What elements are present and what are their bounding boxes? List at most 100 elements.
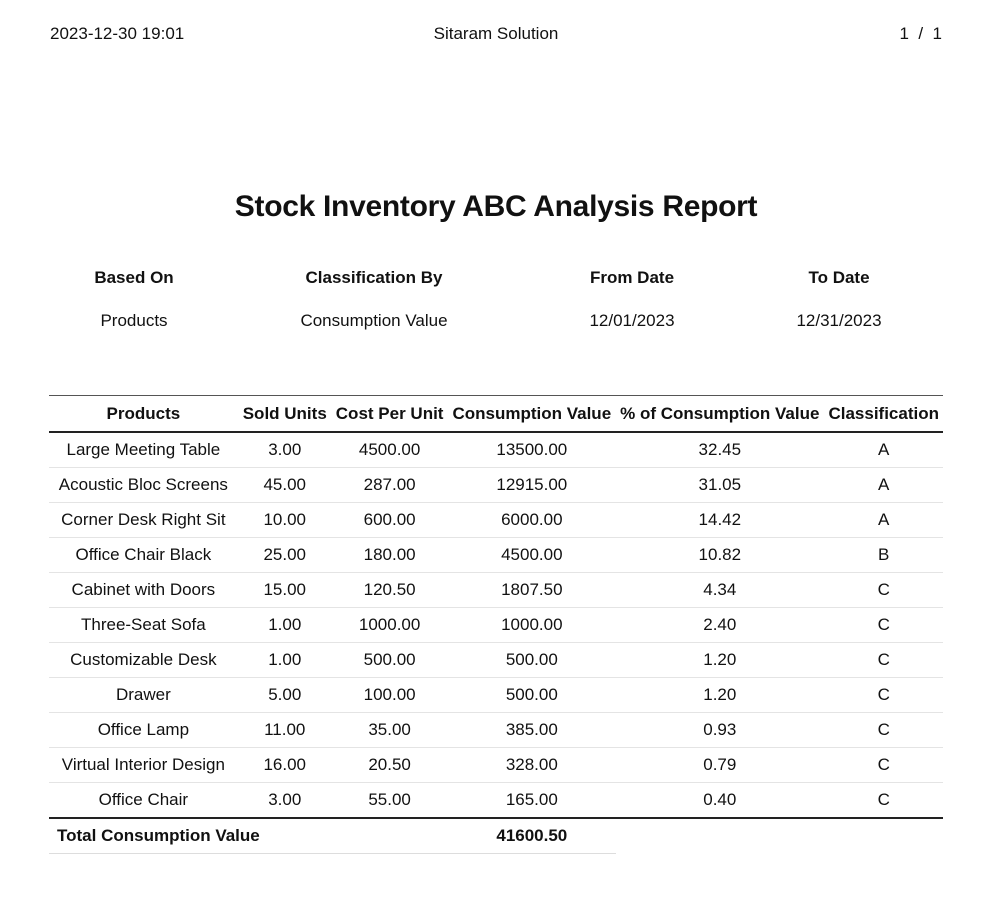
page-indicator: 1 / 1	[899, 24, 942, 43]
cell-sold-units: 11.00	[237, 712, 332, 748]
cell-product-name: Large Meeting Table	[49, 432, 239, 468]
total-row: Total Consumption Value 41600.50	[49, 818, 943, 854]
cell-percent-consumption: 4.34	[615, 572, 824, 608]
abc-analysis-table: Products Sold Units Cost Per Unit Consum…	[49, 395, 943, 854]
cell-classification: A	[823, 467, 943, 503]
cell-consumption-value: 500.00	[447, 642, 616, 678]
column-header-classification: Classification	[823, 395, 943, 433]
cell-product-name: Office Lamp	[49, 712, 239, 748]
column-header-cost-per-unit: Cost Per Unit	[330, 395, 448, 433]
cell-sold-units: 16.00	[237, 747, 332, 783]
total-empty-cell	[616, 818, 824, 854]
cell-product-name: Corner Desk Right Sit	[49, 502, 239, 538]
cell-product-name: Office Chair	[49, 782, 239, 819]
cell-cost-per-unit: 1000.00	[330, 607, 448, 643]
table-row: Office Chair 3.00 55.00 165.00 0.40 C	[49, 782, 943, 819]
cell-classification: C	[823, 607, 943, 643]
cell-consumption-value: 13500.00	[447, 432, 616, 468]
table-row: Drawer 5.00 100.00 500.00 1.20 C	[49, 677, 943, 713]
cell-sold-units: 5.00	[237, 677, 332, 713]
cell-consumption-value: 1000.00	[447, 607, 616, 643]
cell-consumption-value: 165.00	[447, 782, 616, 819]
cell-classification: C	[823, 677, 943, 713]
table-row: Customizable Desk 1.00 500.00 500.00 1.20 C	[49, 642, 943, 678]
cell-percent-consumption: 1.20	[615, 642, 824, 678]
cell-product-name: Cabinet with Doors	[49, 572, 239, 608]
criteria-value-from-date: 12/01/2023	[589, 311, 675, 330]
cell-consumption-value: 500.00	[447, 677, 616, 713]
cell-product-name: Three-Seat Sofa	[49, 607, 239, 643]
total-value: 41600.50	[447, 818, 616, 854]
cell-percent-consumption: 0.93	[615, 712, 824, 748]
cell-sold-units: 1.00	[237, 607, 332, 643]
cell-cost-per-unit: 287.00	[330, 467, 448, 503]
cell-consumption-value: 6000.00	[447, 502, 616, 538]
cell-product-name: Virtual Interior Design	[49, 747, 239, 783]
cell-cost-per-unit: 100.00	[330, 677, 448, 713]
cell-classification: C	[823, 642, 943, 678]
cell-product-name: Office Chair Black	[49, 537, 239, 573]
total-empty-cell	[824, 818, 943, 854]
cell-cost-per-unit: 20.50	[330, 747, 448, 783]
cell-percent-consumption: 10.82	[615, 537, 824, 573]
cell-cost-per-unit: 500.00	[330, 642, 448, 678]
cell-consumption-value: 385.00	[447, 712, 616, 748]
table-row: Cabinet with Doors 15.00 120.50 1807.50 4.34…	[49, 572, 943, 608]
cell-percent-consumption: 1.20	[615, 677, 824, 713]
column-header-products: Products	[49, 395, 239, 433]
cell-cost-per-unit: 120.50	[330, 572, 448, 608]
cell-sold-units: 3.00	[237, 782, 332, 819]
table-header-row: Products Sold Units Cost Per Unit Consum…	[49, 395, 943, 433]
column-header-percent-consumption: % of Consumption Value	[615, 395, 824, 433]
company-name: Sitaram Solution	[433, 24, 559, 43]
criteria-value-to-date: 12/31/2023	[796, 311, 882, 330]
cell-classification: A	[823, 502, 943, 538]
cell-classification: A	[823, 432, 943, 468]
cell-sold-units: 10.00	[237, 502, 332, 538]
column-header-consumption-value: Consumption Value	[447, 395, 616, 433]
cell-sold-units: 1.00	[237, 642, 332, 678]
criteria-value-based-on: Products	[100, 311, 168, 330]
cell-consumption-value: 4500.00	[447, 537, 616, 573]
criteria-label-based-on: Based On	[94, 268, 174, 287]
cell-cost-per-unit: 35.00	[330, 712, 448, 748]
criteria-label-classification-by: Classification By	[305, 268, 443, 287]
cell-percent-consumption: 0.40	[615, 782, 824, 819]
cell-consumption-value: 1807.50	[447, 572, 616, 608]
cell-consumption-value: 328.00	[447, 747, 616, 783]
cell-percent-consumption: 0.79	[615, 747, 824, 783]
cell-cost-per-unit: 180.00	[330, 537, 448, 573]
criteria-label-from-date: From Date	[589, 268, 675, 287]
cell-product-name: Acoustic Bloc Screens	[49, 467, 239, 503]
cell-sold-units: 25.00	[237, 537, 332, 573]
table-row: Large Meeting Table 3.00 4500.00 13500.00 32…	[49, 432, 943, 468]
cell-product-name: Customizable Desk	[49, 642, 239, 678]
table-row: Corner Desk Right Sit 10.00 600.00 6000.00 1…	[49, 502, 943, 538]
cell-percent-consumption: 14.42	[615, 502, 824, 538]
cell-product-name: Drawer	[49, 677, 239, 713]
table-body: Large Meeting Table 3.00 4500.00 13500.00 32…	[49, 432, 943, 819]
cell-sold-units: 15.00	[237, 572, 332, 608]
total-label: Total Consumption Value	[49, 818, 448, 854]
report-title: Stock Inventory ABC Analysis Report	[234, 190, 758, 223]
table-row: Acoustic Bloc Screens 45.00 287.00 12915.00…	[49, 467, 943, 503]
cell-sold-units: 3.00	[237, 432, 332, 468]
table-row: Office Lamp 11.00 35.00 385.00 0.93 C	[49, 712, 943, 748]
cell-classification: C	[823, 747, 943, 783]
cell-classification: C	[823, 782, 943, 819]
cell-classification: C	[823, 712, 943, 748]
cell-cost-per-unit: 600.00	[330, 502, 448, 538]
column-header-sold-units: Sold Units	[237, 395, 332, 433]
cell-percent-consumption: 2.40	[615, 607, 824, 643]
cell-percent-consumption: 31.05	[615, 467, 824, 503]
cell-sold-units: 45.00	[237, 467, 332, 503]
table-row: Virtual Interior Design 16.00 20.50 328.00 0…	[49, 747, 943, 783]
cell-consumption-value: 12915.00	[447, 467, 616, 503]
cell-classification: B	[823, 537, 943, 573]
table-row: Three-Seat Sofa 1.00 1000.00 1000.00 2.40 C	[49, 607, 943, 643]
cell-cost-per-unit: 4500.00	[330, 432, 448, 468]
table-row: Office Chair Black 25.00 180.00 4500.00 10.8…	[49, 537, 943, 573]
criteria-value-classification-by: Consumption Value	[300, 311, 448, 330]
cell-percent-consumption: 32.45	[615, 432, 824, 468]
cell-cost-per-unit: 55.00	[330, 782, 448, 819]
